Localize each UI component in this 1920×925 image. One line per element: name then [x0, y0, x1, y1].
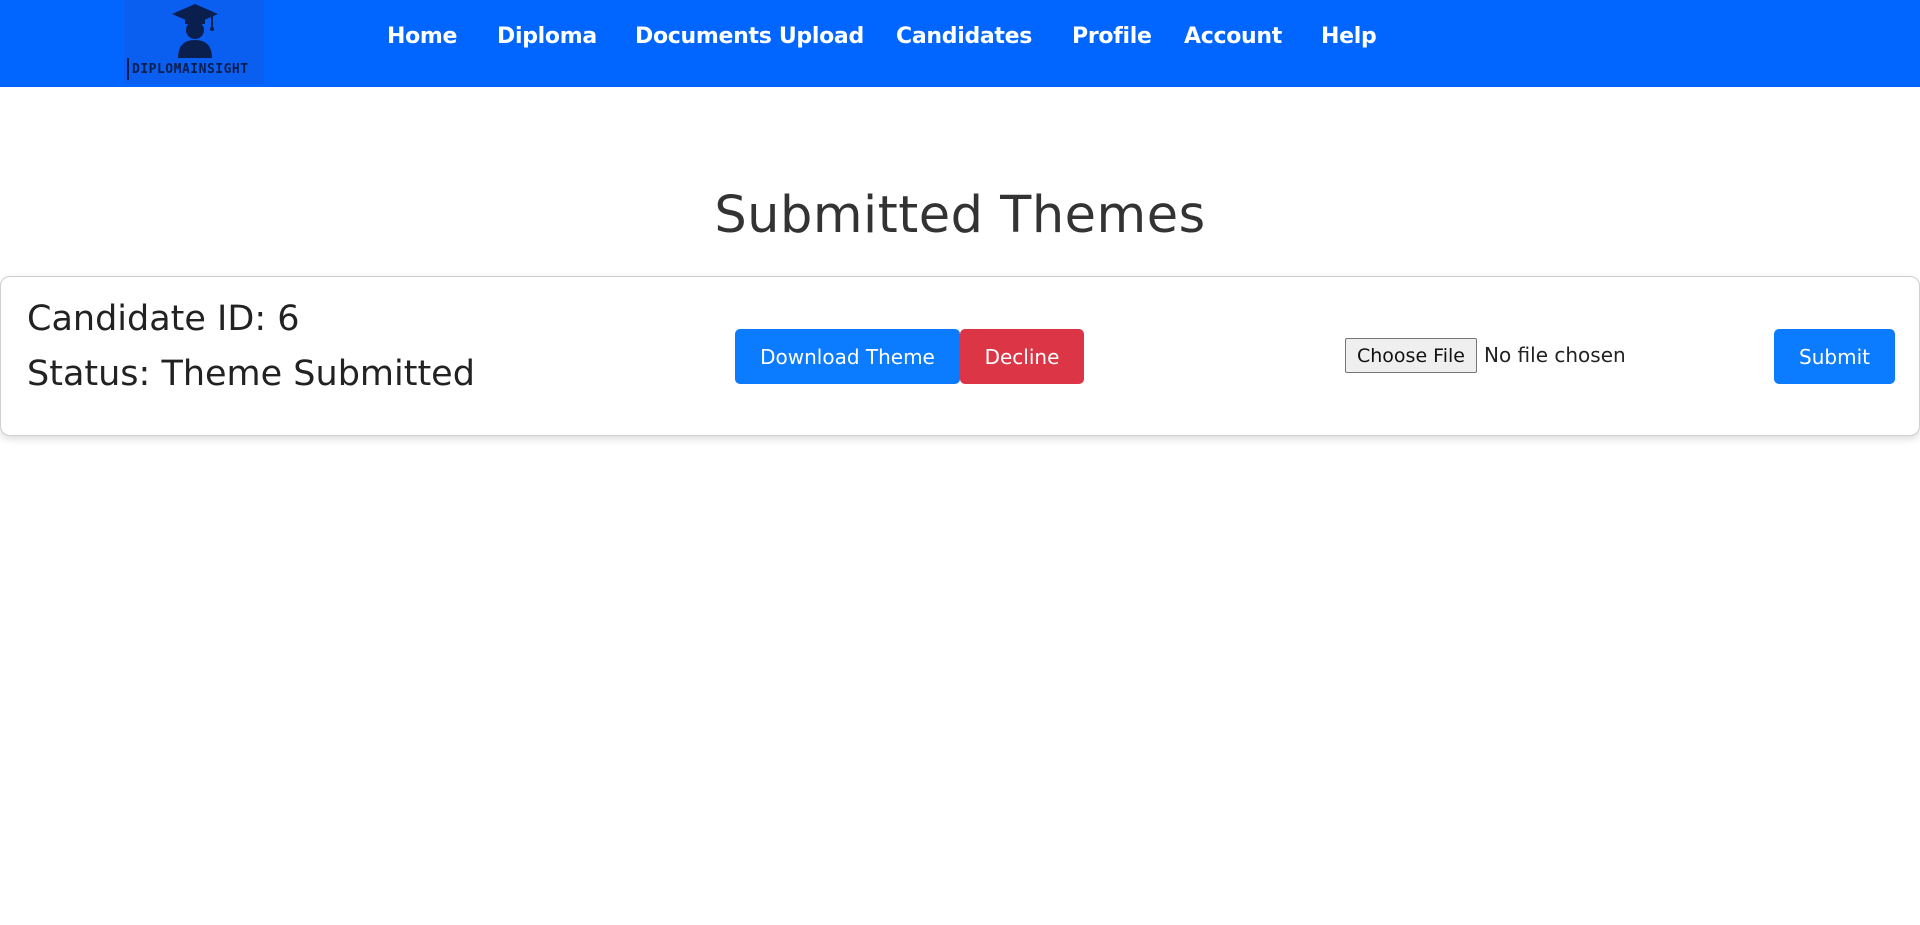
nav-candidates[interactable]: Candidates	[896, 24, 1032, 49]
nav-documents-upload[interactable]: Documents Upload	[635, 24, 864, 49]
page-title: Submitted Themes	[714, 186, 1206, 245]
status-text: Status: Theme Submitted	[27, 354, 475, 394]
decline-button[interactable]: Decline	[960, 329, 1084, 384]
nav-diploma[interactable]: Diploma	[497, 24, 597, 49]
choose-file-button[interactable]: Choose File	[1345, 338, 1477, 373]
download-theme-button[interactable]: Download Theme	[735, 329, 960, 384]
logo-divider	[127, 58, 129, 80]
site-logo[interactable]: DIPLOMAINSIGHT	[124, 0, 264, 84]
file-status-text: No file chosen	[1484, 343, 1626, 367]
logo-text: DIPLOMAINSIGHT	[132, 62, 249, 77]
top-navbar: DIPLOMAINSIGHT Home Diploma Documents Up…	[0, 0, 1920, 87]
nav-account[interactable]: Account	[1184, 24, 1282, 49]
graduation-cap-icon	[172, 4, 218, 58]
nav-help[interactable]: Help	[1321, 24, 1377, 49]
candidate-id-text: Candidate ID: 6	[27, 299, 300, 339]
submit-button[interactable]: Submit	[1774, 329, 1895, 384]
nav-profile[interactable]: Profile	[1072, 24, 1152, 49]
nav-home[interactable]: Home	[387, 24, 457, 49]
submission-card: Candidate ID: 6 Status: Theme Submitted …	[0, 276, 1920, 436]
